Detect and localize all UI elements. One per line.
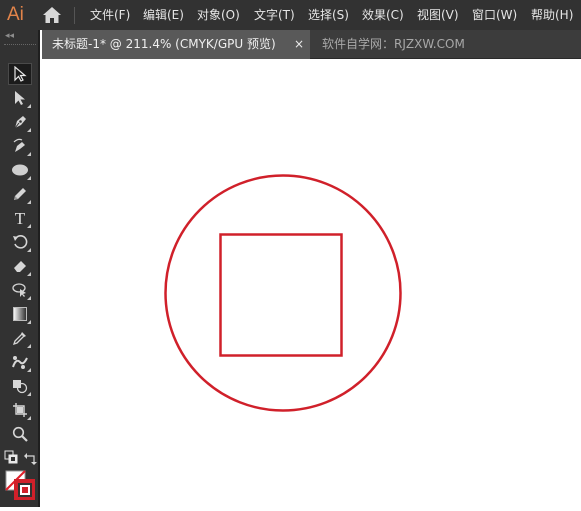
curvature-tool-icon[interactable] <box>8 135 32 157</box>
menu-window[interactable]: 窗口(W) <box>472 7 517 23</box>
close-icon[interactable]: × <box>294 30 304 59</box>
menu-effect[interactable]: 效果(C) <box>362 7 404 23</box>
menu-edit[interactable]: 编辑(E) <box>143 7 184 23</box>
type-tool-icon[interactable]: T <box>8 207 32 229</box>
tools-panel: ◂◂ T <box>0 30 40 507</box>
home-icon[interactable] <box>42 6 62 24</box>
panel-grip[interactable] <box>4 44 36 48</box>
swap-colors-icon[interactable] <box>24 451 38 465</box>
gradient-tool-icon[interactable] <box>8 303 32 325</box>
tab-label: 未标题-1* @ 211.4% (CMYK/GPU 预览) <box>52 37 276 51</box>
eraser-tool-icon[interactable] <box>8 255 32 277</box>
menu-object[interactable]: 对象(O) <box>197 7 240 23</box>
lasso-tool-icon[interactable] <box>8 279 32 301</box>
menu-help[interactable]: 帮助(H) <box>531 7 573 23</box>
selection-tool-icon[interactable] <box>8 63 32 85</box>
document-tabs: 未标题-1* @ 211.4% (CMYK/GPU 预览) × 软件自学网：RJ… <box>42 30 581 59</box>
pen-tool-icon[interactable] <box>8 111 32 133</box>
fill-stroke-swatch[interactable] <box>5 470 36 501</box>
circle-shape <box>164 174 402 412</box>
menu-separator <box>74 7 75 24</box>
artboard-tool-icon[interactable] <box>8 399 32 421</box>
artboard-canvas[interactable] <box>42 60 581 507</box>
pencil-tool-icon[interactable] <box>8 183 32 205</box>
eyedropper-tool-icon[interactable] <box>8 327 32 349</box>
shape-builder-tool-icon[interactable] <box>8 375 32 397</box>
rotate-tool-icon[interactable] <box>8 231 32 253</box>
square-shape <box>219 233 343 357</box>
direct-selection-tool-icon[interactable] <box>8 87 32 109</box>
default-colors-icon[interactable] <box>4 450 20 466</box>
menu-view[interactable]: 视图(V) <box>417 7 459 23</box>
menu-bar: Ai 文件(F) 编辑(E) 对象(O) 文字(T) 选择(S) 效果(C) 视… <box>0 0 581 30</box>
tab-watermark[interactable]: 软件自学网：RJZXW.COM <box>312 30 465 59</box>
zoom-tool-icon[interactable] <box>8 423 32 445</box>
svg-text:T: T <box>15 210 26 226</box>
app-logo: Ai <box>7 4 24 25</box>
menu-file[interactable]: 文件(F) <box>90 7 130 23</box>
ellipse-tool-icon[interactable] <box>8 159 32 181</box>
panel-collapse-button[interactable]: ◂◂ <box>0 30 40 44</box>
menu-type[interactable]: 文字(T) <box>254 7 295 23</box>
menu-select[interactable]: 选择(S) <box>308 7 349 23</box>
tab-untitled-1[interactable]: 未标题-1* @ 211.4% (CMYK/GPU 预览) × <box>42 30 310 59</box>
puppet-warp-tool-icon[interactable] <box>8 351 32 373</box>
